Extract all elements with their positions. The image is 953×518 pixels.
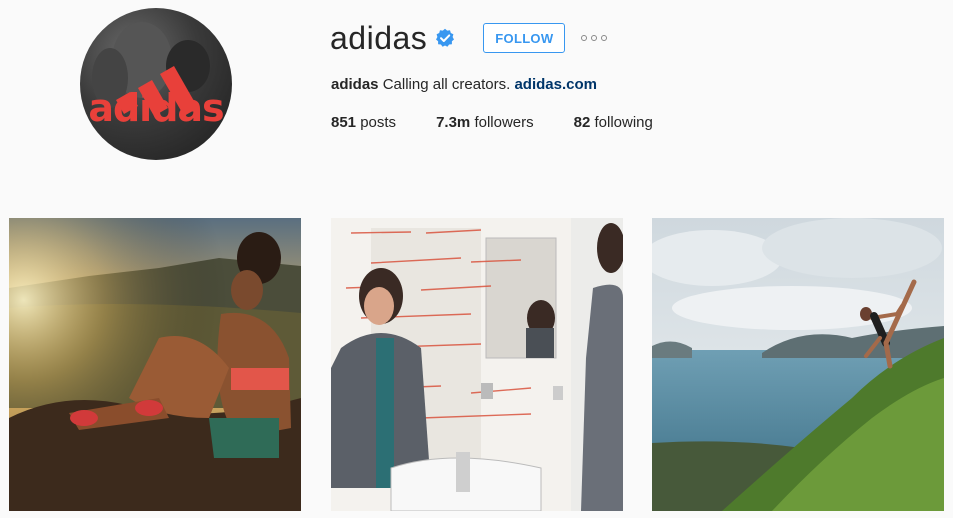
posts-stat: 851 posts <box>331 114 396 131</box>
post-thumbnail[interactable] <box>331 218 623 511</box>
more-options-icon[interactable] <box>581 33 608 43</box>
follow-button[interactable]: FOLLOW <box>483 23 566 53</box>
posts-count: 851 <box>331 114 357 131</box>
more-dot <box>581 35 588 41</box>
post-image <box>652 218 944 511</box>
following-label: following <box>594 114 653 131</box>
post-thumbnail[interactable] <box>652 218 944 511</box>
avatar-logo-text: adidas <box>88 86 224 130</box>
profile-username: adidas <box>330 19 428 56</box>
profile-bio: adidas Calling all creators. adidas.com <box>331 76 597 93</box>
bio-text: Calling all creators. <box>382 76 511 93</box>
followers-count: 7.3m <box>436 114 471 131</box>
more-dot <box>601 35 608 41</box>
post-image <box>331 218 623 511</box>
following-count: 82 <box>573 114 591 131</box>
profile-page: adidas adidas FOLLOW adidas Calling all … <box>0 0 953 518</box>
posts-label: posts <box>360 114 397 131</box>
following-stat[interactable]: 82 following <box>574 114 653 131</box>
post-thumbnail[interactable] <box>9 218 301 511</box>
profile-stats: 851 posts 7.3m followers 82 following <box>331 114 693 131</box>
verified-badge-icon <box>435 28 455 48</box>
profile-header: adidas FOLLOW <box>330 16 608 60</box>
avatar-photo <box>92 22 210 116</box>
bio-link[interactable]: adidas.com <box>514 76 597 93</box>
followers-label: followers <box>474 114 534 131</box>
more-dot <box>591 35 598 41</box>
post-image <box>9 218 301 511</box>
followers-stat[interactable]: 7.3m followers <box>436 114 534 131</box>
bio-name: adidas <box>331 76 379 93</box>
profile-avatar[interactable]: adidas <box>80 8 232 160</box>
